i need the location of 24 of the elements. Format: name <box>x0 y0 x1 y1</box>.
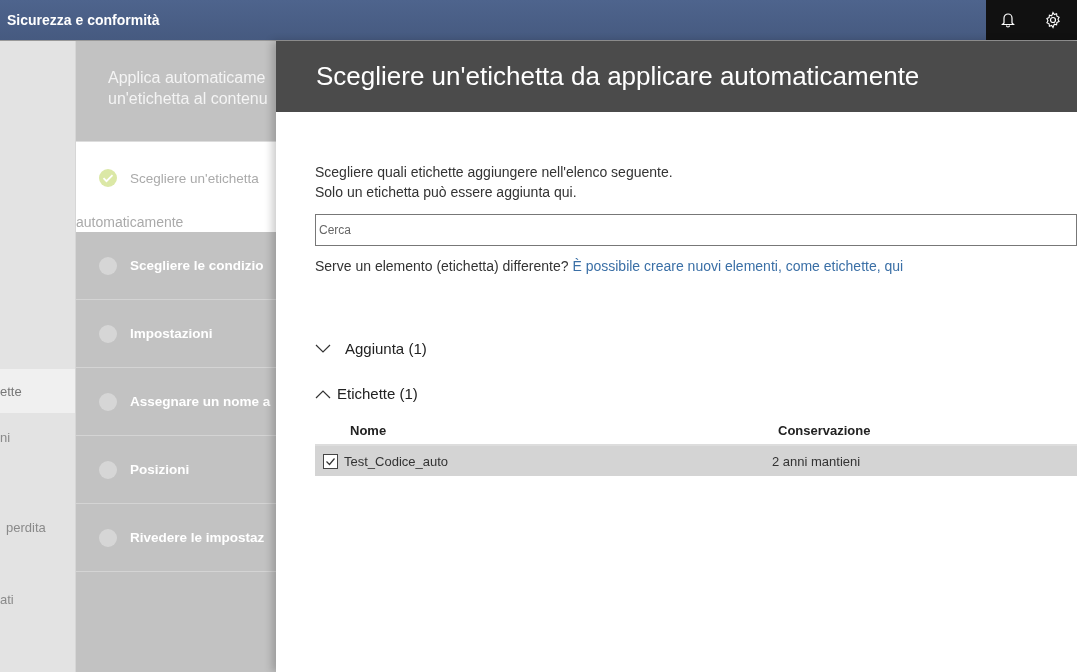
column-header: Conservazione <box>778 422 871 438</box>
group-header[interactable]: Aggiunta (1) <box>315 340 1077 357</box>
nav-item[interactable]: ette <box>0 369 75 413</box>
checkbox[interactable] <box>323 453 338 469</box>
help-text: Serve un elemento (etichetta) differente? <box>315 258 569 274</box>
group-header[interactable]: Etichette (1) <box>315 385 1077 402</box>
step-label-continuation: automaticamente <box>76 214 276 232</box>
instruction-text: Scegliere quali etichette aggiungere nell'elenco seguente. <box>315 163 674 182</box>
app-title: Sicurezza e conformità <box>6 12 161 28</box>
table-cell-text: Test_Codice_auto <box>344 453 450 469</box>
nav-item[interactable]: ni <box>0 424 75 451</box>
instruction-text: Solo un etichetta può essere aggiunta qui. <box>315 183 578 202</box>
table-cell: 2 anni mantieni <box>772 453 861 469</box>
nav-item[interactable]: ati <box>0 586 75 613</box>
checkmark-icon <box>325 455 336 467</box>
notifications-icon[interactable] <box>1000 12 1015 28</box>
column-header: Nome <box>350 422 388 438</box>
wizard-step[interactable]: Scegliere un'etichetta <box>76 142 276 214</box>
create-link[interactable]: È possibile creare nuovi elementi, come etichette, qui <box>572 258 904 274</box>
panel-title: Scegliere un'etichetta da applicare automaticamente <box>316 61 920 92</box>
settings-icon[interactable] <box>1044 11 1063 29</box>
search-field[interactable]: Cerca <box>315 214 1077 246</box>
table-row[interactable]: Test_Codice_auto 2 anni mantieni <box>315 446 1077 476</box>
nav-item[interactable]: perdita <box>0 514 75 541</box>
